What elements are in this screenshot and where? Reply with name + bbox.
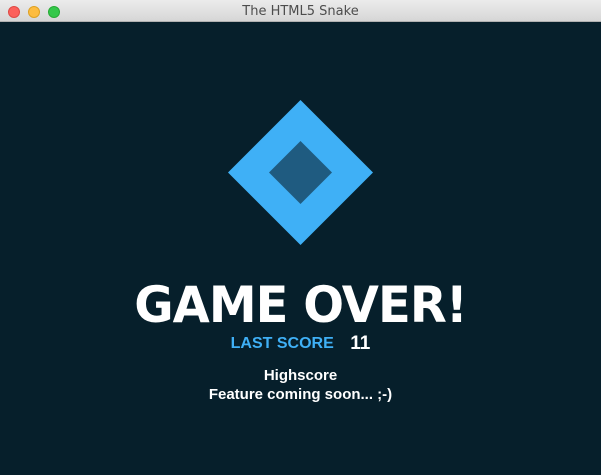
- highscore-note: Feature coming soon... ;-): [208, 386, 393, 403]
- highscore-section: Highscore Feature coming soon... ;-): [0, 366, 601, 404]
- app-window: The HTML5 Snake GAME OVER! LAST SCORE 11…: [0, 0, 601, 475]
- last-score-row: LAST SCORE 11: [0, 333, 601, 355]
- last-score-label: LAST SCORE: [230, 335, 334, 352]
- highscore-title: Highscore: [263, 367, 338, 384]
- diamond-logo-icon: [228, 100, 373, 245]
- last-score-value: 11: [350, 333, 371, 354]
- title-bar[interactable]: The HTML5 Snake: [0, 0, 601, 22]
- window-title: The HTML5 Snake: [242, 4, 359, 19]
- game-canvas[interactable]: GAME OVER! LAST SCORE 11 Highscore Featu…: [0, 22, 601, 475]
- game-over-heading: GAME OVER!: [134, 276, 467, 334]
